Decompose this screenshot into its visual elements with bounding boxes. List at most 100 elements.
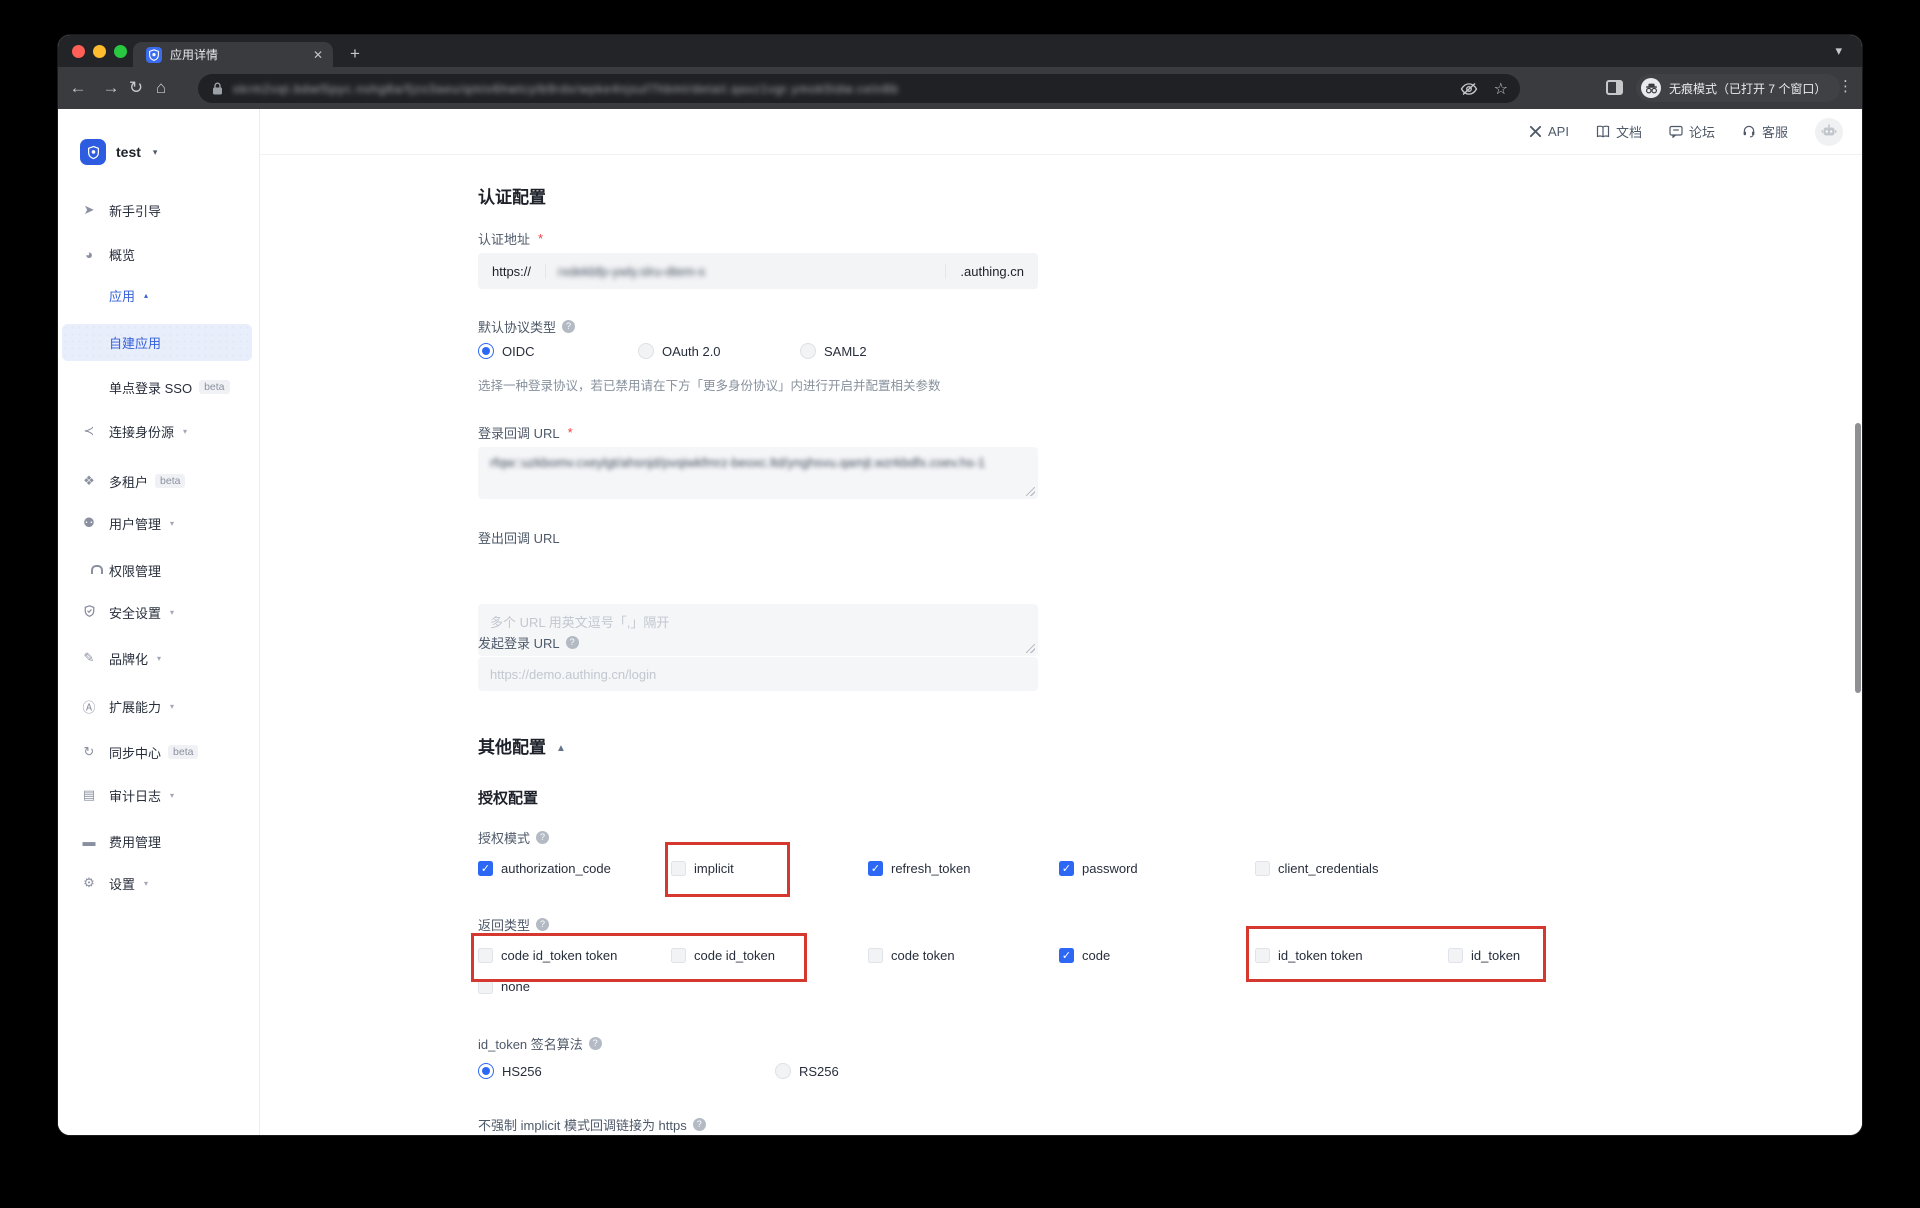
scrollbar-thumb[interactable] bbox=[1855, 423, 1861, 693]
annotation-box-implicit bbox=[665, 842, 790, 897]
auth-address-value-masked: rxdekbfp-ywly.slru-dtem-s bbox=[546, 264, 945, 279]
initiate-login-input[interactable]: https://demo.authing.cn/login bbox=[478, 657, 1038, 691]
grant-client-credentials[interactable]: client_credentials bbox=[1255, 859, 1378, 877]
resize-handle[interactable] bbox=[1026, 487, 1035, 496]
sidebar-item-user-management[interactable]: ⚉ 用户管理 ▾ bbox=[58, 511, 260, 535]
auth-address-input[interactable]: https:// rxdekbfp-ywly.slru-dtem-s .auth… bbox=[478, 253, 1038, 289]
browser-tab[interactable]: 应用详情 ✕ bbox=[133, 42, 333, 67]
headset-icon bbox=[1742, 125, 1756, 138]
sidebar-item-audit-logs[interactable]: ▤ 审计日志 ▾ bbox=[58, 783, 260, 807]
sidebar-item-settings[interactable]: ⚙ 设置 ▾ bbox=[58, 871, 260, 895]
page-content: test ▾ ➤ 新手引导 ◕ 概览 应用 ▴ 自建应用 单点登录 SSO be bbox=[58, 109, 1862, 1135]
sidebar-item-sso[interactable]: 单点登录 SSO beta bbox=[58, 375, 260, 399]
alg-option-hs256[interactable]: HS256 bbox=[478, 1063, 542, 1079]
url-text-masked: xkrm2vqt.bdwl5pyc.nshg8a/fjzo3aeu/qmiv6h… bbox=[233, 82, 1450, 96]
new-tab-button[interactable]: + bbox=[350, 43, 360, 65]
radio-icon bbox=[775, 1063, 791, 1079]
grant-authorization-code[interactable]: authorization_code bbox=[478, 859, 611, 877]
sidebar-item-self-built-apps[interactable]: 自建应用 bbox=[62, 324, 252, 361]
traffic-lights[interactable] bbox=[72, 45, 127, 58]
sync-icon: ↻ bbox=[81, 744, 97, 760]
extension-a-icon: Ⓐ bbox=[81, 697, 97, 716]
header-link-support[interactable]: 客服 bbox=[1742, 122, 1788, 141]
help-icon[interactable]: ? bbox=[562, 320, 575, 333]
forward-button[interactable]: → bbox=[99, 76, 123, 100]
reload-button[interactable]: ↻ bbox=[124, 76, 148, 100]
sidebar-item-guide[interactable]: ➤ 新手引导 bbox=[58, 198, 260, 222]
sidebar-item-sync-center[interactable]: ↻ 同步中心 beta bbox=[58, 740, 260, 764]
protocol-option-oidc[interactable]: OIDC bbox=[478, 343, 535, 359]
signing-alg-label: id_token 签名算法? bbox=[478, 1034, 602, 1053]
tab-title: 应用详情 bbox=[170, 46, 307, 63]
header-link-forum[interactable]: 论坛 bbox=[1669, 122, 1715, 141]
checkbox-icon bbox=[478, 861, 493, 876]
sidebar-item-identity-sources[interactable]: ≺ 连接身份源 ▾ bbox=[58, 419, 260, 443]
auth-address-suffix: .authing.cn bbox=[945, 264, 1038, 279]
password-eye-slash-icon[interactable] bbox=[1460, 82, 1478, 96]
response-code-token[interactable]: code token bbox=[868, 946, 955, 964]
sidebar-item-multi-tenant[interactable]: ❖ 多租户 beta bbox=[58, 469, 260, 493]
checkbox-icon bbox=[1059, 861, 1074, 876]
protocol-option-oauth2[interactable]: OAuth 2.0 bbox=[638, 343, 721, 359]
header-link-api[interactable]: API bbox=[1529, 124, 1569, 139]
minimize-window-button[interactable] bbox=[93, 45, 106, 58]
address-bar[interactable]: xkrm2vqt.bdwl5pyc.nshg8a/fjzo3aeu/qmiv6h… bbox=[198, 74, 1520, 103]
chevron-down-icon: ▾ bbox=[170, 791, 174, 800]
protocol-option-saml2[interactable]: SAML2 bbox=[800, 343, 867, 359]
browser-menu-kebab-icon[interactable]: ⋮ bbox=[1838, 77, 1853, 95]
user-avatar[interactable] bbox=[1815, 118, 1843, 146]
incognito-badge: 无痕模式（已打开 7 个窗口） bbox=[1636, 74, 1840, 102]
incognito-spy-icon bbox=[1641, 78, 1661, 98]
sidebar-item-applications[interactable]: 应用 ▴ bbox=[58, 283, 260, 307]
sidebar-item-security-settings[interactable]: 安全设置 ▾ bbox=[58, 600, 260, 624]
sidebar-item-permissions[interactable]: 权限管理 bbox=[58, 558, 260, 582]
protocol-hint: 选择一种登录协议，若已禁用请在下方「更多身份协议」内进行开启并配置相关参数 bbox=[478, 375, 941, 394]
lock-icon bbox=[212, 82, 223, 95]
checkbox-icon bbox=[868, 948, 883, 963]
required-asterisk: * bbox=[568, 425, 573, 440]
help-icon[interactable]: ? bbox=[536, 831, 549, 844]
help-icon[interactable]: ? bbox=[693, 1118, 706, 1131]
response-code[interactable]: code bbox=[1059, 946, 1110, 964]
fullscreen-window-button[interactable] bbox=[114, 45, 127, 58]
header-link-docs[interactable]: 文档 bbox=[1596, 122, 1642, 141]
side-panel-icon[interactable] bbox=[1606, 80, 1623, 95]
login-callback-textarea[interactable]: rfqw::uzkbomv.cxeylgt/ahsnjd/pvqiwkfmrz-… bbox=[478, 447, 1038, 499]
annotation-box-response-right bbox=[1246, 926, 1546, 982]
chevron-down-icon: ▾ bbox=[183, 427, 187, 436]
sidebar-item-extensions[interactable]: Ⓐ 扩展能力 ▾ bbox=[58, 694, 260, 718]
tab-close-icon[interactable]: ✕ bbox=[313, 48, 323, 62]
help-icon[interactable]: ? bbox=[566, 636, 579, 649]
workspace-switcher[interactable]: test ▾ bbox=[80, 139, 157, 165]
home-button[interactable]: ⌂ bbox=[149, 76, 173, 100]
back-button[interactable]: ← bbox=[66, 76, 90, 100]
sidebar-item-overview[interactable]: ◕ 概览 bbox=[58, 242, 260, 266]
tab-search-chevron-icon[interactable]: ▾ bbox=[1835, 43, 1842, 59]
beta-badge: beta bbox=[155, 474, 185, 489]
workspace-logo-shield-icon bbox=[80, 139, 106, 165]
initiate-login-placeholder: https://demo.authing.cn/login bbox=[490, 667, 656, 682]
help-icon[interactable]: ? bbox=[536, 918, 549, 931]
checkbox-icon bbox=[1255, 861, 1270, 876]
response-types-label: 返回类型? bbox=[478, 915, 549, 934]
authing-favicon-shield-icon bbox=[146, 47, 162, 63]
resize-handle[interactable] bbox=[1026, 644, 1035, 653]
section-title-other-config[interactable]: 其他配置▲ bbox=[478, 733, 566, 758]
browser-toolbar: ← → ↻ ⌂ xkrm2vqt.bdwl5pyc.nshg8a/fjzo3ae… bbox=[58, 67, 1862, 109]
grant-refresh-token[interactable]: refresh_token bbox=[868, 859, 971, 877]
workspace-chevron-down-icon: ▾ bbox=[153, 147, 158, 158]
chat-bubble-icon bbox=[1669, 125, 1683, 138]
grant-password[interactable]: password bbox=[1059, 859, 1138, 877]
sidebar-item-branding[interactable]: ✎ 品牌化 ▾ bbox=[58, 646, 260, 670]
chevron-down-icon: ▾ bbox=[170, 608, 174, 617]
close-window-button[interactable] bbox=[72, 45, 85, 58]
logout-callback-placeholder: 多个 URL 用英文逗号「,」隔开 bbox=[490, 615, 669, 630]
tenant-cluster-icon: ❖ bbox=[81, 473, 97, 489]
bookmark-star-icon[interactable]: ☆ bbox=[1494, 79, 1508, 99]
auth-address-label: 认证地址* bbox=[478, 229, 543, 248]
sidebar-item-billing[interactable]: ▬ 费用管理 bbox=[58, 829, 260, 853]
alg-option-rs256[interactable]: RS256 bbox=[775, 1063, 839, 1079]
document-lines-icon: ▤ bbox=[81, 787, 97, 803]
help-icon[interactable]: ? bbox=[589, 1037, 602, 1050]
book-icon bbox=[1596, 125, 1610, 138]
